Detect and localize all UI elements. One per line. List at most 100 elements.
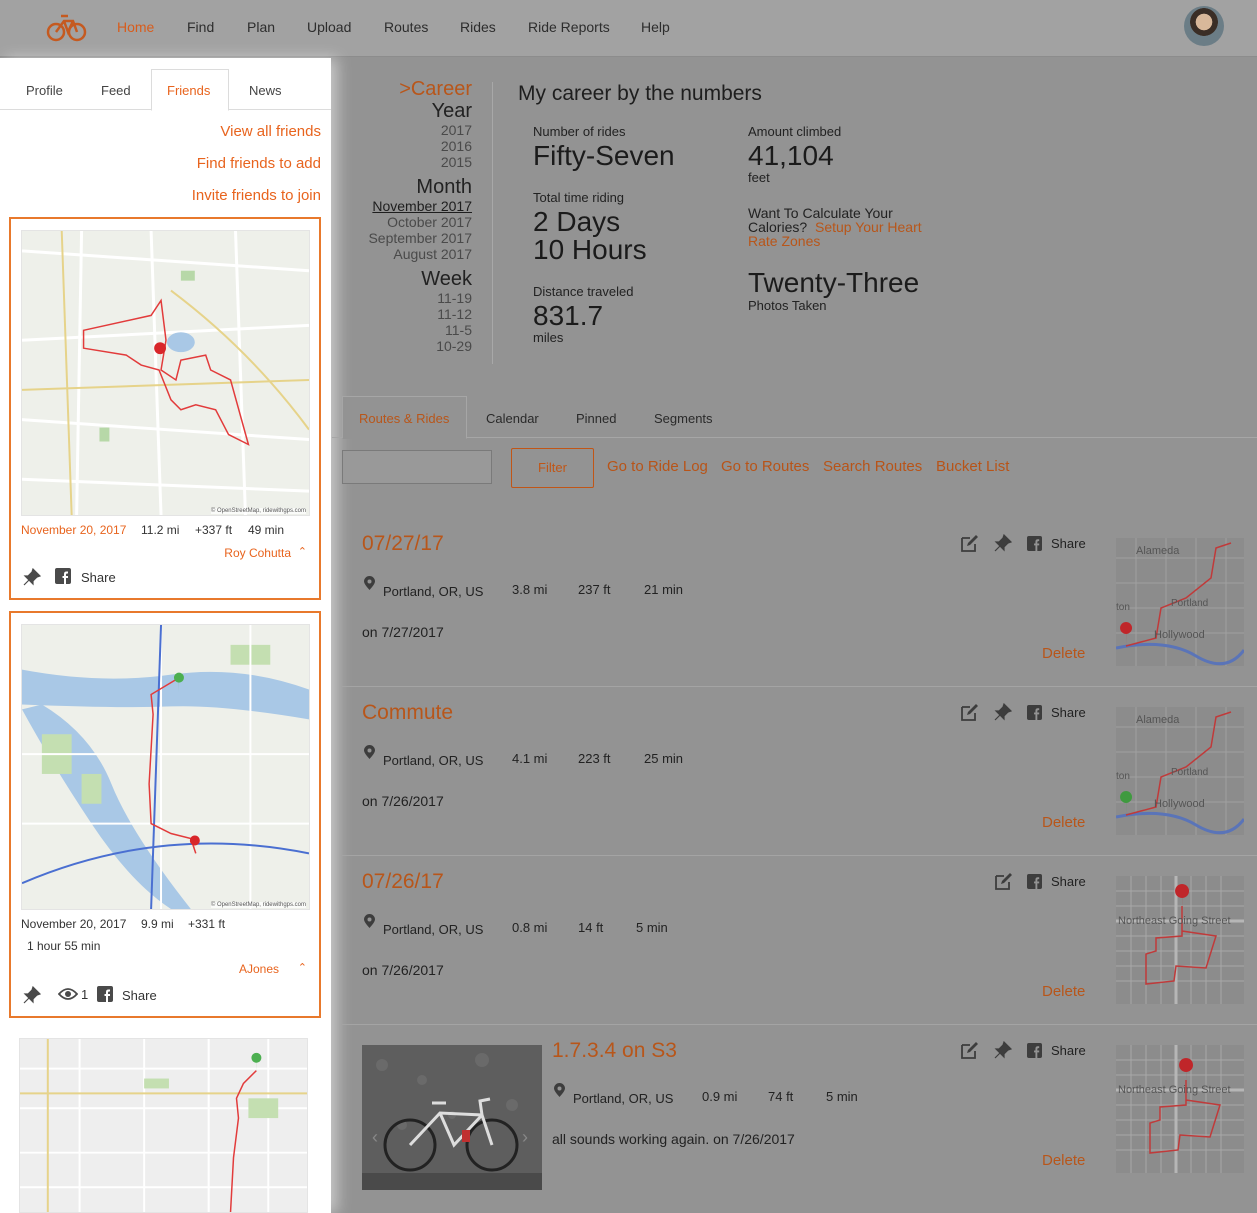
tab-feed[interactable]: Feed <box>101 83 131 98</box>
month-link[interactable]: November 2017 <box>340 198 472 214</box>
invite-friends-link[interactable]: Invite friends to join <box>192 187 321 204</box>
edit-icon[interactable] <box>994 872 1013 892</box>
nav-find[interactable]: Find <box>187 19 214 35</box>
time-days: 2 Days <box>533 206 621 237</box>
bike-logo-icon[interactable] <box>46 10 88 44</box>
month-link[interactable]: October 2017 <box>340 214 472 230</box>
week-link[interactable]: 10-29 <box>340 338 472 354</box>
year-link[interactable]: 2016 <box>340 138 472 154</box>
avatar[interactable] <box>1184 6 1224 46</box>
nav-routes[interactable]: Routes <box>384 19 428 35</box>
ride-thumbnail[interactable]: Alameda Portland Hollywood ton <box>1116 538 1244 666</box>
ride-row[interactable]: 07/26/17 Share Portland, OR, US 0.8 mi 1… <box>342 856 1257 1025</box>
search-routes-link[interactable]: Search Routes <box>823 458 922 475</box>
share-link[interactable]: Share <box>1051 536 1086 551</box>
ride-row[interactable]: ‹ › 1.7.3.4 on S3 Share Portland, OR, US… <box>342 1025 1257 1194</box>
ride-photo[interactable]: ‹ › <box>362 1045 542 1190</box>
ride-author[interactable]: AJones <box>239 962 279 976</box>
nav-upload[interactable]: Upload <box>307 19 351 35</box>
ride-map[interactable]: © OpenStreetMap, ridewithgps.com <box>21 230 310 516</box>
tab-routes-rides[interactable]: Routes & Rides <box>359 411 449 426</box>
tab-news[interactable]: News <box>249 83 282 98</box>
filter-button[interactable]: Filter <box>511 448 594 488</box>
view-all-friends-link[interactable]: View all friends <box>220 123 321 140</box>
nav-rides[interactable]: Rides <box>460 19 496 35</box>
month-link[interactable]: September 2017 <box>340 230 472 246</box>
share-link[interactable]: Share <box>1051 705 1086 720</box>
facebook-icon[interactable] <box>97 986 113 1002</box>
pin-icon[interactable] <box>23 568 41 586</box>
tab-friends[interactable]: Friends <box>167 83 210 98</box>
nav-help[interactable]: Help <box>641 19 670 35</box>
ride-map[interactable]: © OpenStreetMap, ridewithgps.com <box>21 624 310 910</box>
tab-calendar[interactable]: Calendar <box>486 411 539 426</box>
find-friends-link[interactable]: Find friends to add <box>197 155 321 172</box>
ride-distance: 11.2 mi <box>141 523 180 537</box>
tab-segments[interactable]: Segments <box>654 411 713 426</box>
facebook-icon[interactable] <box>1027 874 1042 894</box>
ride-row[interactable]: Commute Share Portland, OR, US 4.1 mi 22… <box>342 687 1257 856</box>
share-link[interactable]: Share <box>81 570 116 585</box>
heart-rate-link-2[interactable]: Rate Zones <box>748 233 820 249</box>
up-arrow-icon[interactable]: ⌃ <box>298 545 307 558</box>
ride-location: Portland, OR, US <box>383 584 484 599</box>
nav-plan[interactable]: Plan <box>247 19 275 35</box>
week-link[interactable]: 11-5 <box>340 322 472 338</box>
delete-link[interactable]: Delete <box>1042 983 1085 1000</box>
edit-icon[interactable] <box>960 703 979 723</box>
ride-thumbnail[interactable]: Northeast Going Street <box>1116 1045 1244 1173</box>
tab-profile[interactable]: Profile <box>26 83 63 98</box>
ride-note: all sounds working again. on 7/26/2017 <box>552 1131 795 1147</box>
filter-input[interactable] <box>342 450 492 484</box>
friend-ride-card[interactable] <box>9 1028 321 1213</box>
ride-author[interactable]: Roy Cohutta <box>224 546 291 560</box>
month-link[interactable]: August 2017 <box>340 246 472 262</box>
ride-thumbnail[interactable]: Northeast Going Street <box>1116 876 1244 1004</box>
ride-map[interactable] <box>19 1038 308 1213</box>
facebook-icon[interactable] <box>1027 1043 1042 1063</box>
nav-ride-reports[interactable]: Ride Reports <box>528 19 610 35</box>
facebook-icon[interactable] <box>1027 705 1042 725</box>
pin-icon[interactable] <box>994 1040 1013 1061</box>
pin-icon[interactable] <box>994 702 1013 723</box>
week-link[interactable]: 11-12 <box>340 306 472 322</box>
map-attribution: © OpenStreetMap, ridewithgps.com <box>210 902 306 908</box>
friend-ride-card[interactable]: © OpenStreetMap, ridewithgps.com Novembe… <box>9 217 321 600</box>
heart-rate-link[interactable]: Setup Your Heart <box>815 219 922 235</box>
share-link[interactable]: Share <box>1051 874 1086 889</box>
location-pin-icon <box>364 576 375 593</box>
delete-link[interactable]: Delete <box>1042 645 1085 662</box>
share-link[interactable]: Share <box>1051 1043 1086 1058</box>
tab-pinned[interactable]: Pinned <box>576 411 616 426</box>
ride-log-link[interactable]: Go to Ride Log <box>607 458 708 475</box>
ride-row[interactable]: 07/27/17 Share Portland, OR, US 3.8 mi 2… <box>342 518 1257 687</box>
edit-icon[interactable] <box>960 534 979 554</box>
ride-title[interactable]: 1.7.3.4 on S3 <box>552 1039 677 1063</box>
friend-ride-card[interactable]: © OpenStreetMap, ridewithgps.com Novembe… <box>9 611 321 1018</box>
facebook-icon[interactable] <box>1027 536 1042 556</box>
nav-home[interactable]: Home <box>117 19 154 35</box>
ride-title[interactable]: 07/26/17 <box>362 870 444 894</box>
ride-note: on 7/27/2017 <box>362 624 444 640</box>
pin-icon[interactable] <box>994 533 1013 554</box>
edit-icon[interactable] <box>960 1041 979 1061</box>
distance-unit: miles <box>533 330 564 345</box>
share-link[interactable]: Share <box>122 988 157 1003</box>
ride-thumbnail[interactable]: Alameda Portland Hollywood ton <box>1116 707 1244 835</box>
ride-title[interactable]: 07/27/17 <box>362 532 444 556</box>
facebook-icon[interactable] <box>55 568 71 584</box>
ride-location: Portland, OR, US <box>573 1091 674 1106</box>
ride-elevation: +331 ft <box>188 917 226 931</box>
pin-icon[interactable] <box>23 986 41 1004</box>
year-link[interactable]: 2015 <box>340 154 472 170</box>
delete-link[interactable]: Delete <box>1042 814 1085 831</box>
up-arrow-icon[interactable]: ⌃ <box>298 961 307 974</box>
bucket-list-link[interactable]: Bucket List <box>936 458 1009 475</box>
ride-note: on 7/26/2017 <box>362 962 444 978</box>
ride-title[interactable]: Commute <box>362 701 453 725</box>
delete-link[interactable]: Delete <box>1042 1152 1085 1169</box>
year-link[interactable]: 2017 <box>340 122 472 138</box>
career-link[interactable]: >Career <box>340 78 472 100</box>
routes-link[interactable]: Go to Routes <box>721 458 809 475</box>
week-link[interactable]: 11-19 <box>340 290 472 306</box>
